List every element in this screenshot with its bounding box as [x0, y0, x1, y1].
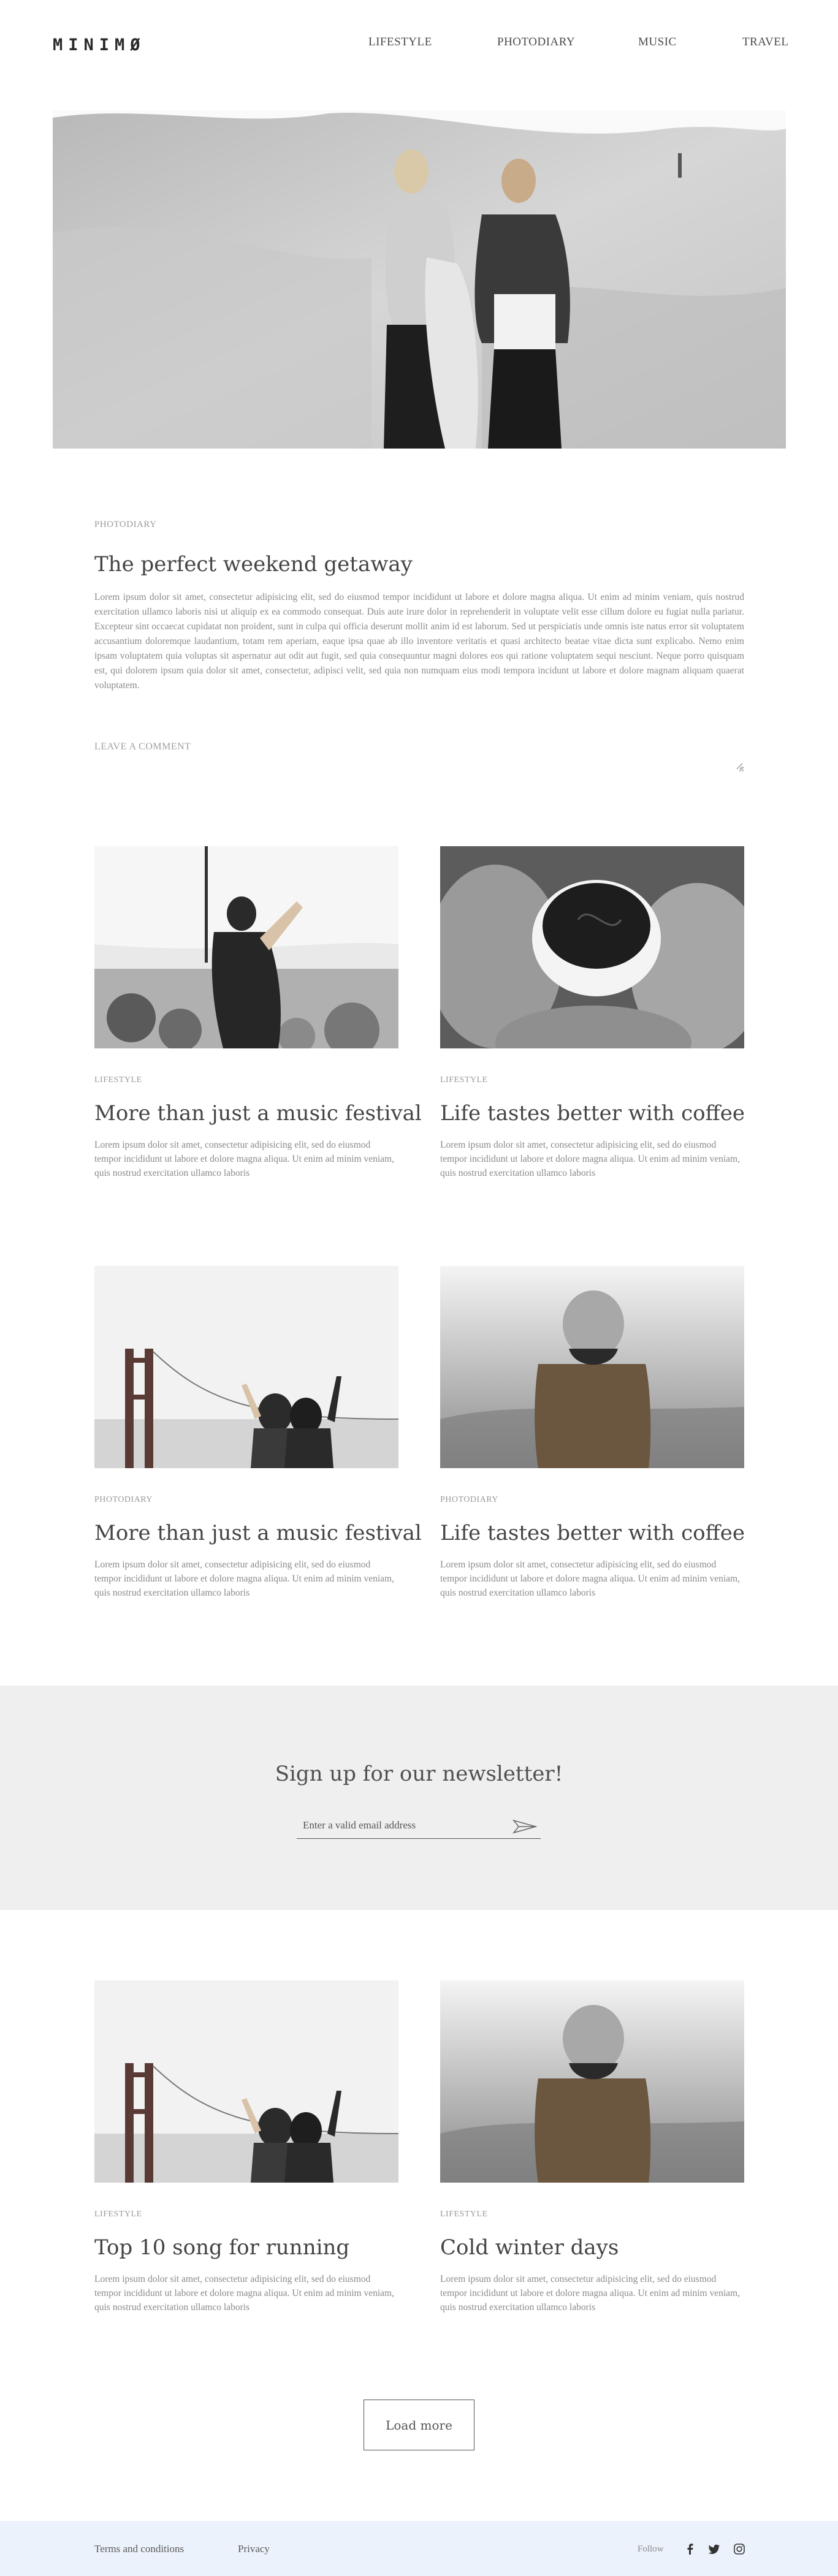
comment-textarea[interactable] [94, 759, 744, 772]
newsletter-email-input[interactable] [303, 1819, 499, 1832]
site-footer: Terms and conditions Privacy Follow [0, 2521, 838, 2576]
post-category[interactable]: LIFESTYLE [440, 1075, 744, 1085]
post-title[interactable]: More than just a music festival [94, 1101, 422, 1126]
load-more-button[interactable]: Load more [364, 2400, 474, 2450]
nav-photodiary[interactable]: PHOTODIARY [497, 36, 575, 49]
post-excerpt: Lorem ipsum dolor sit amet, consectetur … [94, 2274, 394, 2313]
nav-music[interactable]: MUSIC [638, 36, 677, 49]
post-card[interactable]: PHOTODIARY Life tastes better with coffe… [440, 1266, 745, 1600]
post-image-winter[interactable] [440, 1980, 744, 2183]
post-title[interactable]: More than just a music festival [94, 1521, 422, 1545]
post-category[interactable]: LIFESTYLE [94, 1075, 398, 1085]
follow-label: Follow [638, 2544, 664, 2554]
featured-body: Lorem ipsum dolor sit amet, consectetur … [94, 592, 744, 691]
featured-post: PHOTODIARY The perfect weekend getaway L… [94, 520, 744, 693]
post-title[interactable]: Cold winter days [440, 2235, 744, 2260]
hero-image [53, 110, 786, 449]
post-card[interactable]: PHOTODIARY More than just a music festiv… [94, 1266, 422, 1600]
post-card[interactable]: LIFESTYLE Cold winter days Lorem ipsum d… [440, 1980, 744, 2314]
post-excerpt: Lorem ipsum dolor sit amet, consectetur … [94, 1559, 394, 1598]
twitter-icon[interactable] [708, 2543, 720, 2555]
footer-terms-link[interactable]: Terms and conditions [94, 2543, 184, 2555]
site-header: MINIMØ LIFESTYLE PHOTODIARY MUSIC TRAVEL [0, 0, 838, 89]
post-image-festival[interactable] [94, 846, 398, 1048]
nav-travel[interactable]: TRAVEL [742, 36, 788, 49]
post-card[interactable]: LIFESTYLE Life tastes better with coffee… [440, 846, 745, 1180]
newsletter-title: Sign up for our newsletter! [275, 1762, 563, 1786]
post-category[interactable]: PHOTODIARY [94, 1495, 398, 1505]
facebook-icon[interactable] [684, 2543, 696, 2555]
nav-lifestyle[interactable]: LIFESTYLE [368, 36, 432, 49]
post-card[interactable]: LIFESTYLE More than just a music festiva… [94, 846, 422, 1180]
resize-handle-icon[interactable] [736, 762, 743, 770]
instagram-icon[interactable] [733, 2543, 745, 2555]
post-category[interactable]: PHOTODIARY [440, 1495, 744, 1505]
featured-title[interactable]: The perfect weekend getaway [94, 552, 744, 577]
site-logo[interactable]: MINIMØ [53, 36, 146, 55]
leave-comment-label: LEAVE A COMMENT [94, 741, 191, 752]
post-title[interactable]: Life tastes better with coffee [440, 1521, 745, 1545]
post-excerpt: Lorem ipsum dolor sit amet, consectetur … [440, 2274, 740, 2313]
newsletter-form [297, 1802, 541, 1839]
post-category[interactable]: LIFESTYLE [94, 2210, 398, 2219]
footer-privacy-link[interactable]: Privacy [238, 2543, 270, 2555]
newsletter-section: Sign up for our newsletter! [0, 1686, 838, 1910]
post-image-coffee[interactable] [440, 846, 744, 1048]
featured-category[interactable]: PHOTODIARY [94, 520, 744, 530]
post-image-bridge[interactable] [94, 1980, 398, 2183]
post-image-winter[interactable] [440, 1266, 744, 1468]
post-excerpt: Lorem ipsum dolor sit amet, consectetur … [440, 1559, 740, 1598]
post-excerpt: Lorem ipsum dolor sit amet, consectetur … [94, 1140, 394, 1178]
post-title[interactable]: Top 10 song for running [94, 2235, 398, 2260]
post-excerpt: Lorem ipsum dolor sit amet, consectetur … [440, 1140, 740, 1178]
post-category[interactable]: LIFESTYLE [440, 2210, 744, 2219]
post-title[interactable]: Life tastes better with coffee [440, 1101, 745, 1126]
post-card[interactable]: LIFESTYLE Top 10 song for running Lorem … [94, 1980, 398, 2314]
post-image-bridge[interactable] [94, 1266, 398, 1468]
send-icon[interactable] [512, 1819, 537, 1834]
